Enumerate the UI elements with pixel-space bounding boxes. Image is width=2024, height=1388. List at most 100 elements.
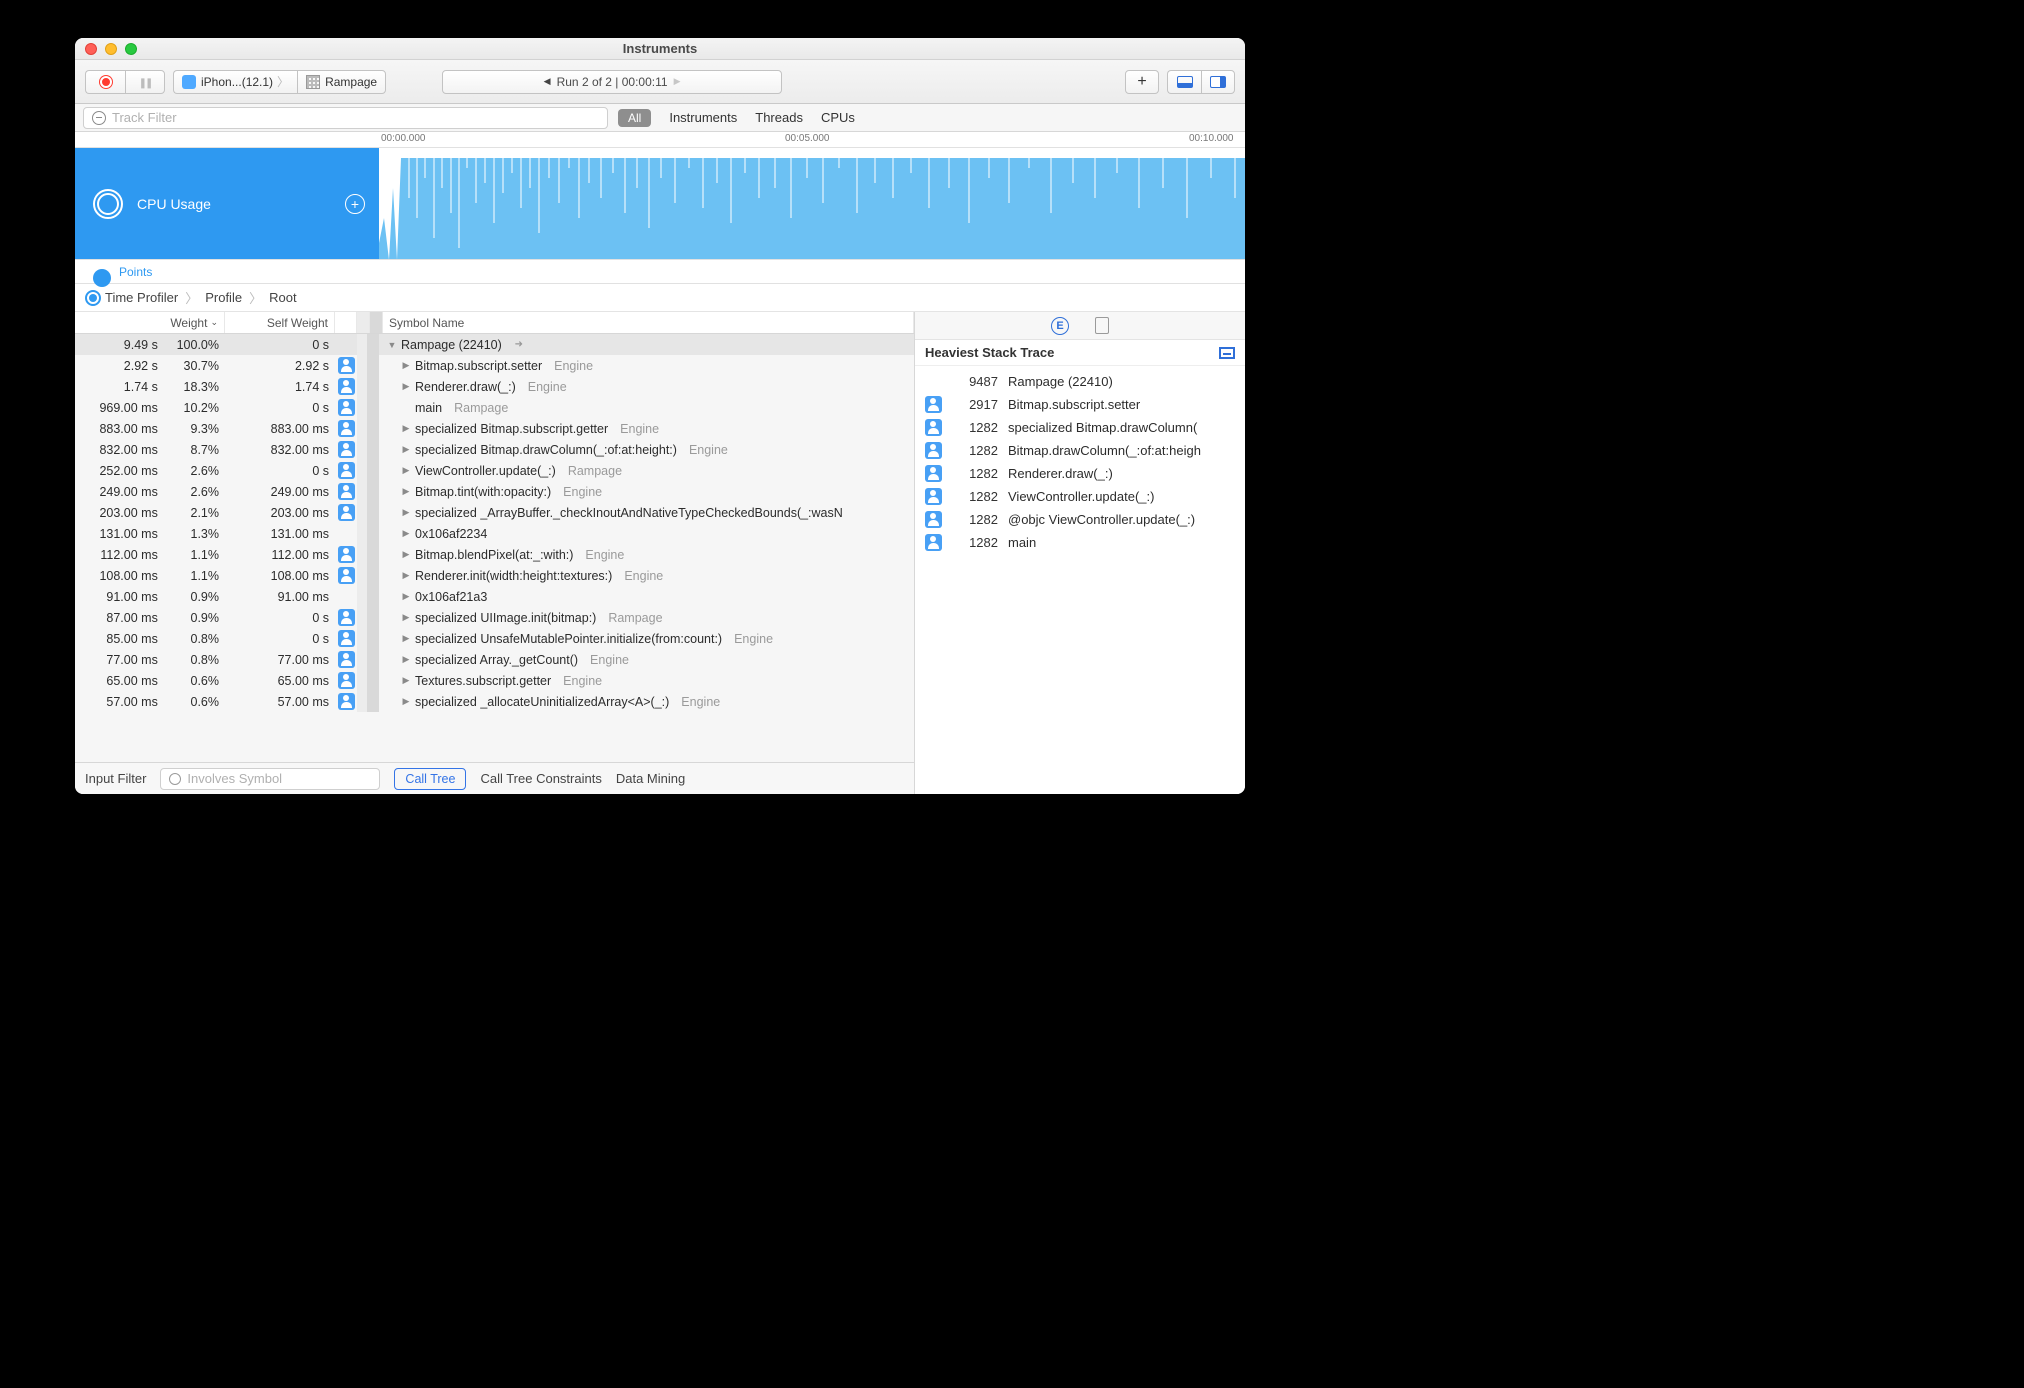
disclosure-triangle-icon[interactable]: ▶ xyxy=(401,486,411,497)
crumb-root[interactable]: Root xyxy=(269,290,296,305)
table-row[interactable]: 57.00 ms0.6%57.00 ms▶specialized _alloca… xyxy=(75,691,914,712)
user-code-icon xyxy=(338,672,355,689)
table-row[interactable]: 131.00 ms1.3%131.00 ms▶0x106af2234 xyxy=(75,523,914,544)
disclosure-triangle-icon[interactable]: ▶ xyxy=(401,696,411,707)
scope-all[interactable]: All xyxy=(618,109,651,127)
table-row[interactable]: 249.00 ms2.6%249.00 ms▶Bitmap.tint(with:… xyxy=(75,481,914,502)
heaviest-stack-list: 9487Rampage (22410)2917Bitmap.subscript.… xyxy=(915,366,1245,794)
time-profiler-icon xyxy=(93,189,123,219)
points-track[interactable]: Points xyxy=(75,260,1245,284)
disclosure-triangle-icon[interactable]: ▶ xyxy=(401,570,411,581)
table-row[interactable]: 2.92 s30.7%2.92 s▶Bitmap.subscript.sette… xyxy=(75,355,914,376)
device-selector[interactable]: iPhon...(12.1)〉 xyxy=(173,70,297,94)
next-run-icon[interactable]: ▶ xyxy=(674,76,681,87)
table-row[interactable]: 91.00 ms0.9%91.00 ms▶0x106af21a3 xyxy=(75,586,914,607)
scope-threads[interactable]: Threads xyxy=(755,110,803,125)
disclosure-triangle-icon[interactable]: ▶ xyxy=(401,612,411,623)
col-weight[interactable]: Weight⌄ xyxy=(75,312,225,333)
list-item[interactable]: 1282specialized Bitmap.drawColumn( xyxy=(915,416,1245,439)
table-row[interactable]: 252.00 ms2.6%0 s▶ViewController.update(_… xyxy=(75,460,914,481)
disclosure-triangle-icon[interactable]: ▶ xyxy=(401,591,411,602)
disclosure-triangle-icon[interactable]: ▶ xyxy=(401,654,411,665)
user-code-icon xyxy=(338,441,355,458)
col-symbol[interactable]: Symbol Name xyxy=(383,312,914,333)
disclosure-triangle-icon[interactable]: ▶ xyxy=(401,465,411,476)
user-code-icon xyxy=(338,462,355,479)
stack-icon[interactable] xyxy=(1219,347,1235,359)
crumb-time-profiler[interactable]: Time Profiler xyxy=(105,290,178,305)
points-icon xyxy=(93,269,111,287)
table-row[interactable]: 832.00 ms8.7%832.00 ms▶specialized Bitma… xyxy=(75,439,914,460)
data-mining-button[interactable]: Data Mining xyxy=(616,771,685,786)
inspector-panel: E Heaviest Stack Trace 9487Rampage (2241… xyxy=(915,312,1245,794)
table-row[interactable]: 112.00 ms1.1%112.00 ms▶Bitmap.blendPixel… xyxy=(75,544,914,565)
filter-bar: Track Filter All Instruments Threads CPU… xyxy=(75,104,1245,132)
record-settings-tab[interactable] xyxy=(1095,317,1109,334)
inspector-header: Heaviest Stack Trace xyxy=(915,340,1245,366)
prev-run-icon[interactable]: ◀ xyxy=(544,76,551,87)
disclosure-triangle-icon[interactable]: ▶ xyxy=(401,633,411,644)
user-code-icon xyxy=(338,609,355,626)
table-row[interactable]: 9.49 s100.0%0 s▼Rampage (22410)➜ xyxy=(75,334,914,355)
list-item[interactable]: 9487Rampage (22410) xyxy=(915,370,1245,393)
table-header: Weight⌄ Self Weight Symbol Name xyxy=(75,312,914,334)
disclosure-triangle-icon[interactable]: ▶ xyxy=(401,507,411,518)
disclosure-triangle-icon[interactable]: ▶ xyxy=(401,675,411,686)
chevron-right-icon: 〉 xyxy=(277,73,289,90)
add-button[interactable]: + xyxy=(1125,70,1159,94)
call-tree-button[interactable]: Call Tree xyxy=(394,768,466,790)
table-row[interactable]: 883.00 ms9.3%883.00 ms▶specialized Bitma… xyxy=(75,418,914,439)
cpu-usage-track[interactable]: CPU Usage + xyxy=(75,148,1245,260)
table-row[interactable]: 969.00 ms10.2%0 smainRampage xyxy=(75,397,914,418)
filter-icon xyxy=(92,111,106,125)
table-row[interactable]: 65.00 ms0.6%65.00 ms▶Textures.subscript.… xyxy=(75,670,914,691)
disclosure-triangle-icon[interactable]: ▶ xyxy=(401,549,411,560)
add-track-icon[interactable]: + xyxy=(345,194,365,214)
app-icon xyxy=(306,75,320,89)
toggle-bottom-panel-button[interactable] xyxy=(1167,70,1201,94)
scope-instruments[interactable]: Instruments xyxy=(669,110,737,125)
table-row[interactable]: 85.00 ms0.8%0 s▶specialized UnsafeMutabl… xyxy=(75,628,914,649)
extended-detail-tab[interactable]: E xyxy=(1051,317,1069,335)
list-item[interactable]: 1282@objc ViewController.update(_:) xyxy=(915,508,1245,531)
timeline-ruler[interactable]: 00:00.000 00:05.000 00:10.000 xyxy=(75,132,1245,148)
toggle-side-panel-button[interactable] xyxy=(1201,70,1235,94)
user-code-icon xyxy=(338,357,355,374)
cpu-waveform[interactable] xyxy=(379,148,1245,259)
disclosure-triangle-icon[interactable]: ▶ xyxy=(401,528,411,539)
user-code-icon xyxy=(925,488,942,505)
call-tree-constraints-button[interactable]: Call Tree Constraints xyxy=(480,771,601,786)
scope-cpus[interactable]: CPUs xyxy=(821,110,855,125)
track-filter-input[interactable]: Track Filter xyxy=(83,107,608,129)
call-tree-table: Weight⌄ Self Weight Symbol Name 9.49 s10… xyxy=(75,312,915,794)
involves-symbol-input[interactable]: Involves Symbol xyxy=(160,768,380,790)
pause-icon xyxy=(139,75,152,89)
disclosure-triangle-icon[interactable]: ▶ xyxy=(401,360,411,371)
pause-button[interactable] xyxy=(125,70,165,94)
disclosure-triangle-icon[interactable]: ▶ xyxy=(401,423,411,434)
disclosure-triangle-icon[interactable]: ▶ xyxy=(401,444,411,455)
list-item[interactable]: 1282ViewController.update(_:) xyxy=(915,485,1245,508)
run-info[interactable]: ◀ Run 2 of 2 | 00:00:11 ▶ xyxy=(442,70,782,94)
table-row[interactable]: 108.00 ms1.1%108.00 ms▶Renderer.init(wid… xyxy=(75,565,914,586)
detail-area: Weight⌄ Self Weight Symbol Name 9.49 s10… xyxy=(75,312,1245,794)
table-row[interactable]: 1.74 s18.3%1.74 s▶Renderer.draw(_:)Engin… xyxy=(75,376,914,397)
disclosure-triangle-icon[interactable]: ▼ xyxy=(387,340,397,350)
record-button[interactable] xyxy=(85,70,125,94)
list-item[interactable]: 2917Bitmap.subscript.setter xyxy=(915,393,1245,416)
scope-tabs: All Instruments Threads CPUs xyxy=(618,109,855,127)
user-code-icon xyxy=(925,396,942,413)
table-row[interactable]: 203.00 ms2.1%203.00 ms▶specialized _Arra… xyxy=(75,502,914,523)
col-self-weight[interactable]: Self Weight xyxy=(225,312,335,333)
annotation-icon[interactable]: ➜ xyxy=(512,338,526,352)
crumb-profile[interactable]: Profile xyxy=(205,290,242,305)
disclosure-triangle-icon[interactable]: ▶ xyxy=(401,381,411,392)
table-row[interactable]: 77.00 ms0.8%77.00 ms▶specialized Array._… xyxy=(75,649,914,670)
track-header[interactable]: CPU Usage + xyxy=(75,148,379,259)
inspector-tabs: E xyxy=(915,312,1245,340)
list-item[interactable]: 1282main xyxy=(915,531,1245,554)
process-selector[interactable]: Rampage xyxy=(297,70,386,94)
list-item[interactable]: 1282Bitmap.drawColumn(_:of:at:heigh xyxy=(915,439,1245,462)
table-row[interactable]: 87.00 ms0.9%0 s▶specialized UIImage.init… xyxy=(75,607,914,628)
list-item[interactable]: 1282Renderer.draw(_:) xyxy=(915,462,1245,485)
